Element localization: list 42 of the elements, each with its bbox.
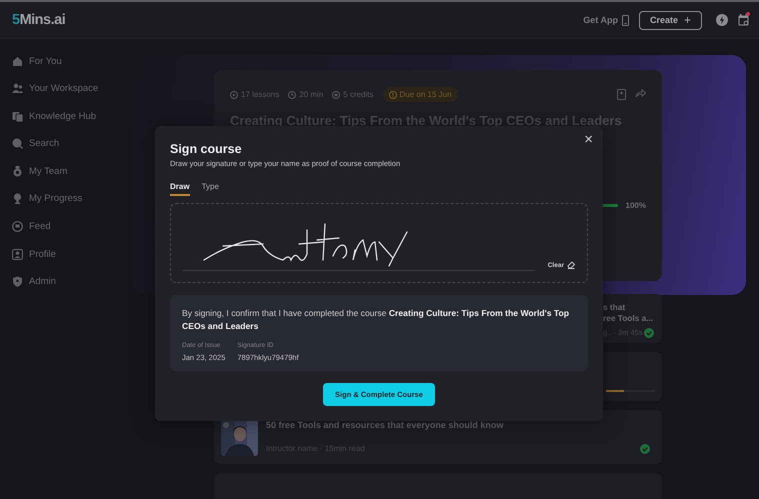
home-icon	[12, 56, 23, 66]
get-app-button[interactable]: Get App	[583, 14, 629, 26]
people-icon	[12, 83, 23, 94]
medal-icon	[12, 166, 23, 177]
sidebar-item[interactable]: Feed	[12, 214, 131, 240]
bolt-icon[interactable]	[716, 14, 728, 26]
lesson-title: s that	[603, 302, 626, 313]
sidebar-item[interactable]: Profile	[12, 241, 131, 268]
lessons-icon	[230, 90, 238, 98]
sidebar-item[interactable]: My Progress	[12, 186, 131, 212]
due-badge: Due on 15 Jun	[382, 87, 458, 102]
clock-icon	[288, 90, 296, 98]
sidebar-item[interactable]: My Team	[12, 158, 131, 184]
eraser-icon	[567, 261, 575, 269]
logo: 5Mins.ai	[12, 12, 66, 28]
close-button[interactable]: ×	[580, 130, 597, 150]
phone-icon	[622, 14, 629, 26]
progress-percent: 100%	[626, 201, 646, 210]
sidebar-item[interactable]: For You	[12, 48, 131, 74]
create-button[interactable]: Create +	[638, 10, 702, 30]
lesson-title: 50 free Tools and resources that everyone should know	[266, 420, 504, 430]
sidebar-item[interactable]: Admin	[12, 268, 131, 295]
confirmation-text: By signing, I confirm that I have completed the course Creating Culture: Tips From the World's Top CEOs and Leaders	[182, 307, 570, 332]
progress-bar	[606, 390, 655, 392]
tab[interactable]: Type	[202, 182, 219, 196]
badge-icon	[332, 90, 340, 98]
alert-icon	[388, 90, 396, 98]
user-icon	[12, 248, 23, 260]
course-meta: 20 min	[299, 90, 324, 99]
course-meta: 17 lessons	[241, 90, 280, 99]
lesson-title: ree Tools a...	[603, 312, 654, 324]
calendar-icon[interactable]	[738, 14, 749, 26]
course-meta: 5 credits	[343, 90, 374, 99]
tab[interactable]: Draw	[170, 182, 190, 196]
search-icon	[12, 138, 23, 150]
book-icon	[12, 110, 23, 122]
shield-icon	[12, 276, 23, 288]
sidebar-item[interactable]: Your Workspace	[12, 76, 131, 102]
dialog-title: Sign course	[170, 142, 243, 156]
sidebar-item[interactable]: Knowledge Hub	[12, 103, 131, 130]
trophy-icon	[12, 193, 23, 204]
sidebar-item[interactable]: Search	[12, 130, 131, 157]
